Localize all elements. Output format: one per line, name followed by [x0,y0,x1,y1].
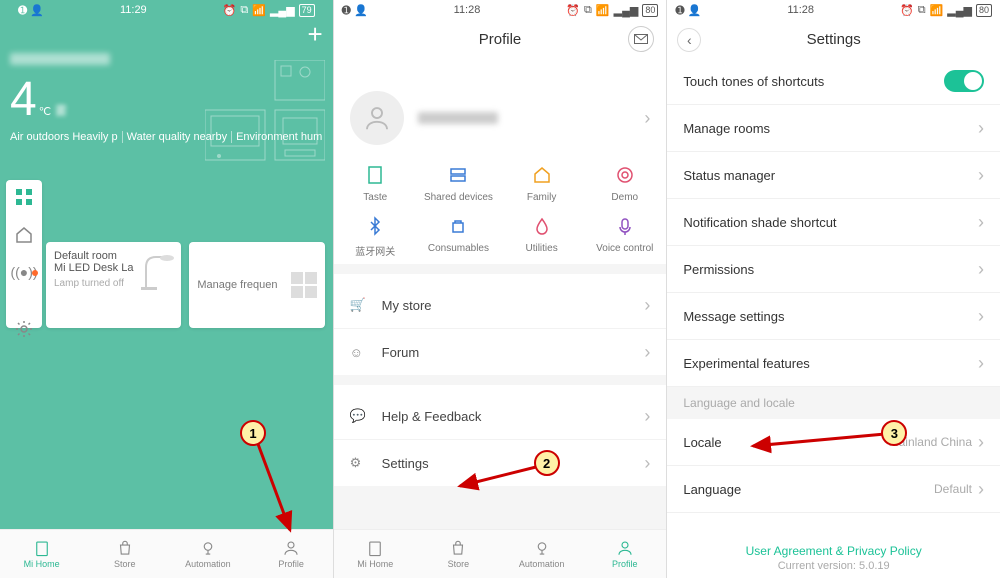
section-language-locale: Language and locale [667,387,1000,419]
notif-icon: ➊ 👤 [18,4,44,17]
status-bar: ➊ 👤 11:28 ⏰⧉📶▂▄▆80 [334,0,667,20]
signal-icon: ▂▄▆ [270,4,295,17]
nav-store[interactable]: Store [83,530,166,578]
item-permissions[interactable]: Permissions› [667,246,1000,293]
rail-home-icon[interactable] [14,226,34,244]
shortcut-utilities[interactable]: Utilities [500,215,583,258]
item-language[interactable]: LanguageDefault› [667,466,1000,513]
manage-frequent-card[interactable]: Manage frequen [189,242,324,328]
item-touch-tones[interactable]: Touch tones of shortcuts [667,58,1000,105]
add-device-button[interactable]: + [307,19,322,50]
page-title: Profile [479,31,522,48]
nav-automation[interactable]: Automation [166,530,249,578]
battery-icon: 79 [299,4,315,17]
status-time: 11:28 [454,4,481,16]
shortcut-row-1: Taste Shared devices Family Demo [334,158,667,209]
notif-icon: ➊ 👤 [675,4,701,17]
notif-icon: ➊ 👤 [342,4,368,17]
lamp-icon [141,252,175,292]
avatar [350,91,404,145]
item-message-settings[interactable]: Message settings› [667,293,1000,340]
cart-icon: 🛒 [350,297,368,313]
rail-signal-icon[interactable]: ((●)) [14,264,34,280]
chevron-right-icon: › [644,406,650,427]
chevron-right-icon: › [644,453,650,474]
chevron-right-icon: › [644,295,650,316]
item-experimental[interactable]: Experimental features› [667,340,1000,387]
home-toolbar: + [10,20,323,48]
screen-1-mi-home: ➊ 👤 11:29 ⏰ ⧉ 📶 ▂▄▆ 79 + 4 ℃ 雾 Air outdo… [0,0,334,578]
forum-icon: ☺ [350,345,368,360]
screen-3-settings: ➊ 👤 11:28 ⏰⧉📶▂▄▆80 ‹ Settings Touch tone… [667,0,1000,578]
settings-header: ‹ Settings [667,20,1000,58]
item-notif-shade[interactable]: Notification shade shortcut› [667,199,1000,246]
profile-name [418,112,631,124]
nav-profile[interactable]: Profile [250,530,333,578]
back-button[interactable]: ‹ [677,28,701,52]
bottom-nav: Mi Home Store Automation Profile [0,529,333,578]
shortcut-consumables[interactable]: Consumables [417,215,500,258]
notification-dot [32,270,38,276]
grid-icon [291,272,317,298]
footer-version: Current version: 5.0.19 [667,560,1000,578]
footer-agreement-link[interactable]: User Agreement & Privacy Policy [667,538,1000,560]
sliders-icon: ⚙ [350,455,368,471]
item-locale[interactable]: LocaleMainland China› [667,419,1000,466]
shortcut-family[interactable]: Family [500,164,583,203]
rail-grid-icon[interactable] [14,188,34,206]
item-status-manager[interactable]: Status manager› [667,152,1000,199]
list-forum[interactable]: ☺Forum› [334,328,667,375]
chevron-right-icon: › [644,342,650,363]
nav-mi-home[interactable]: Mi Home [334,530,417,578]
list-my-store[interactable]: 🛒My store› [334,282,667,328]
screen-2-profile: ➊ 👤 11:28 ⏰⧉📶▂▄▆80 Profile › Taste Share… [334,0,668,578]
nav-profile[interactable]: Profile [583,530,666,578]
nav-automation[interactable]: Automation [500,530,583,578]
profile-header: Profile [334,20,667,58]
home-header: ➊ 👤 11:29 ⏰ ⧉ 📶 ▂▄▆ 79 + 4 ℃ 雾 Air outdo… [0,0,333,340]
wifi-icon: 📶 [252,4,266,17]
item-manage-rooms[interactable]: Manage rooms› [667,105,1000,152]
alarm-icon: ⏰ [223,4,237,17]
messages-button[interactable] [628,26,654,52]
room-illustration [205,60,325,170]
shortcut-shared[interactable]: Shared devices [417,164,500,203]
list-help[interactable]: 💬Help & Feedback› [334,393,667,439]
list-settings[interactable]: ⚙Settings› [334,439,667,486]
status-bar: ➊ 👤 11:28 ⏰⧉📶▂▄▆80 [667,0,1000,20]
shortcut-voice[interactable]: Voice control [583,215,666,258]
toggle-on[interactable] [944,70,984,92]
profile-list: 🛒My store› ☺Forum› [334,282,667,375]
status-time: 11:29 [120,4,147,16]
nav-store[interactable]: Store [417,530,500,578]
shortcut-taste[interactable]: Taste [334,164,417,203]
profile-row[interactable]: › [334,78,667,158]
bluetooth-icon: ⧉ [240,4,248,17]
chevron-right-icon: › [644,108,650,129]
page-title: Settings [807,31,861,48]
chevron-right-icon: › [978,118,984,139]
bottom-nav: Mi Home Store Automation Profile [334,529,667,578]
device-card-default-room[interactable]: Default room Mi LED Desk La Lamp turned … [46,242,181,328]
alarm-icon: ⏰ [566,4,580,17]
status-time: 11:28 [787,4,814,16]
shortcut-demo[interactable]: Demo [583,164,666,203]
shortcut-row-2: 蓝牙网关 Consumables Utilities Voice control [334,209,667,264]
rail-settings-icon[interactable] [14,320,34,338]
chat-icon: 💬 [350,408,368,424]
shortcut-bluetooth[interactable]: 蓝牙网关 [334,215,417,258]
side-rail: ((●)) [6,180,42,328]
settings-list: Touch tones of shortcuts Manage rooms› S… [667,58,1000,538]
status-bar: ➊ 👤 11:29 ⏰ ⧉ 📶 ▂▄▆ 79 [10,0,323,20]
nav-mi-home[interactable]: Mi Home [0,530,83,578]
